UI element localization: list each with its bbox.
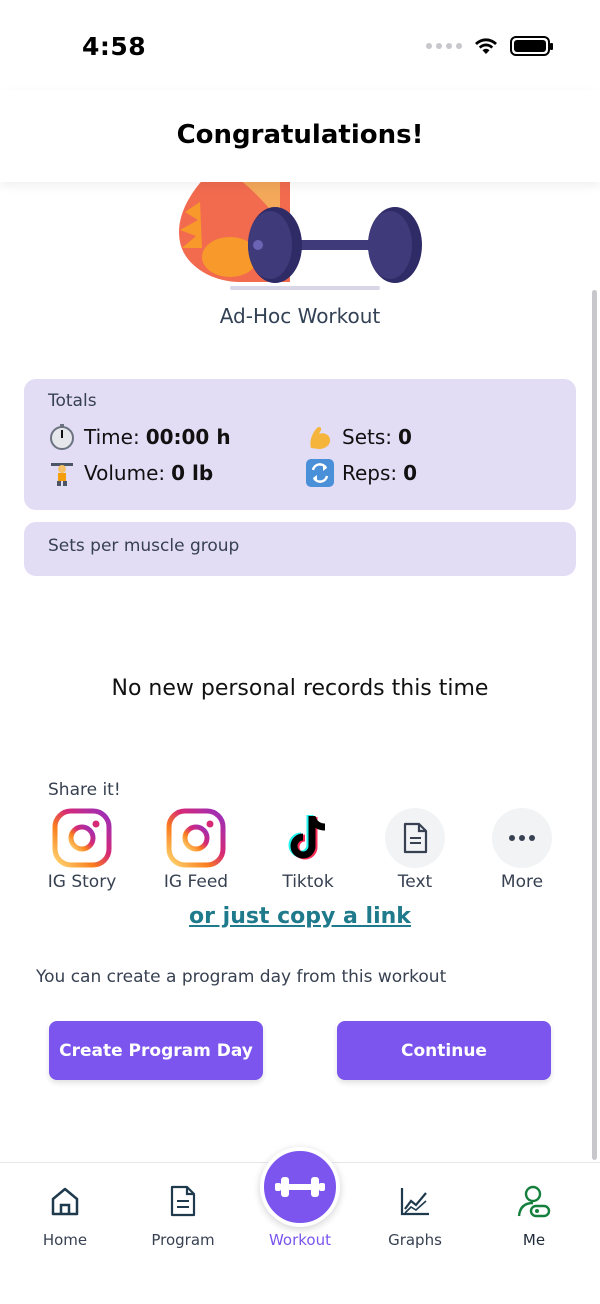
share-options: IG Story IG Feed Tiktok Text More <box>0 808 600 894</box>
continue-button[interactable]: Continue <box>337 1021 551 1080</box>
tiktok-icon <box>278 808 338 868</box>
share-label: Share it! <box>48 780 121 800</box>
volume-value: 0 lb <box>171 461 214 485</box>
sets-value: 0 <box>398 425 412 449</box>
share-more-button[interactable]: More <box>467 808 577 892</box>
repeat-icon <box>306 459 334 487</box>
nav-item-home[interactable]: Home <box>15 1183 115 1249</box>
share-tiktok-label: Tiktok <box>282 872 334 892</box>
reps-label: Reps: <box>342 461 398 485</box>
dumbbell-icon <box>260 1147 340 1227</box>
page-title: Congratulations! <box>176 120 424 150</box>
time-stat: Time: 00:00 h <box>48 423 231 451</box>
time-value: 00:00 h <box>145 425 231 449</box>
program-icon <box>165 1183 201 1219</box>
muscle-group-card[interactable]: Sets per muscle group <box>24 522 576 576</box>
share-more-label: More <box>500 872 544 892</box>
battery-icon <box>510 36 553 56</box>
nav-label-graphs: Graphs <box>388 1231 442 1249</box>
share-ig-feed-button[interactable]: IG Feed <box>141 808 251 892</box>
status-time: 4:58 <box>82 32 147 61</box>
volume-label: Volume: <box>84 461 166 485</box>
graphs-icon <box>397 1183 433 1219</box>
share-ig-story-label: IG Story <box>47 872 117 892</box>
volume-stat: Volume: 0 lb <box>48 459 213 487</box>
reps-stat: Reps: 0 <box>306 459 417 487</box>
share-text-button[interactable]: Text <box>360 808 470 892</box>
copy-link[interactable]: or just copy a link <box>0 904 600 929</box>
flexed-biceps-icon <box>306 423 334 451</box>
nav-label-me: Me <box>522 1231 546 1249</box>
instagram-icon <box>52 808 112 868</box>
share-text-label: Text <box>397 872 433 892</box>
share-ig-feed-label: IG Feed <box>163 872 229 892</box>
summary-content: Ad-Hoc Workout Totals Time: 00:00 h Volu… <box>0 182 600 1162</box>
share-ig-story-button[interactable]: IG Story <box>27 808 137 892</box>
nav-label-workout: Workout <box>268 1231 331 1249</box>
sets-stat: Sets: 0 <box>306 423 412 451</box>
sets-label: Sets: <box>342 425 392 449</box>
nav-item-program[interactable]: Program <box>133 1183 233 1249</box>
scrollbar[interactable] <box>592 290 597 1160</box>
program-hint: You can create a program day from this w… <box>36 967 447 987</box>
totals-label: Totals <box>48 391 97 411</box>
bottom-nav: Home Program Workout Graphs Me <box>0 1147 600 1304</box>
muscle-group-label: Sets per muscle group <box>48 536 240 556</box>
more-icon <box>492 808 552 868</box>
create-program-day-button[interactable]: Create Program Day <box>49 1021 263 1080</box>
share-tiktok-button[interactable]: Tiktok <box>253 808 363 892</box>
nav-label-program: Program <box>151 1231 215 1249</box>
instagram-icon <box>166 808 226 868</box>
workout-name: Ad-Hoc Workout <box>219 304 381 328</box>
nav-item-graphs[interactable]: Graphs <box>365 1183 465 1249</box>
nav-label-home: Home <box>42 1231 88 1249</box>
dino-barbell-illustration <box>179 182 422 290</box>
records-message: No new personal records this time <box>111 676 489 701</box>
status-bar: 4:58 <box>0 0 600 90</box>
reps-value: 0 <box>403 461 418 485</box>
header: Congratulations! <box>0 90 600 182</box>
document-icon <box>385 808 445 868</box>
time-label: Time: <box>84 425 140 449</box>
status-icons <box>426 36 553 56</box>
profile-icon <box>516 1183 552 1219</box>
home-icon <box>47 1183 83 1219</box>
cellular-signal-icon <box>426 43 462 49</box>
weightlifter-icon <box>48 459 76 487</box>
nav-item-me[interactable]: Me <box>484 1183 584 1249</box>
stopwatch-icon <box>48 423 76 451</box>
nav-item-workout[interactable]: Workout <box>250 1147 350 1249</box>
wifi-icon <box>475 38 497 54</box>
totals-card: Totals Time: 00:00 h Volume: 0 lb Sets: … <box>24 379 576 510</box>
